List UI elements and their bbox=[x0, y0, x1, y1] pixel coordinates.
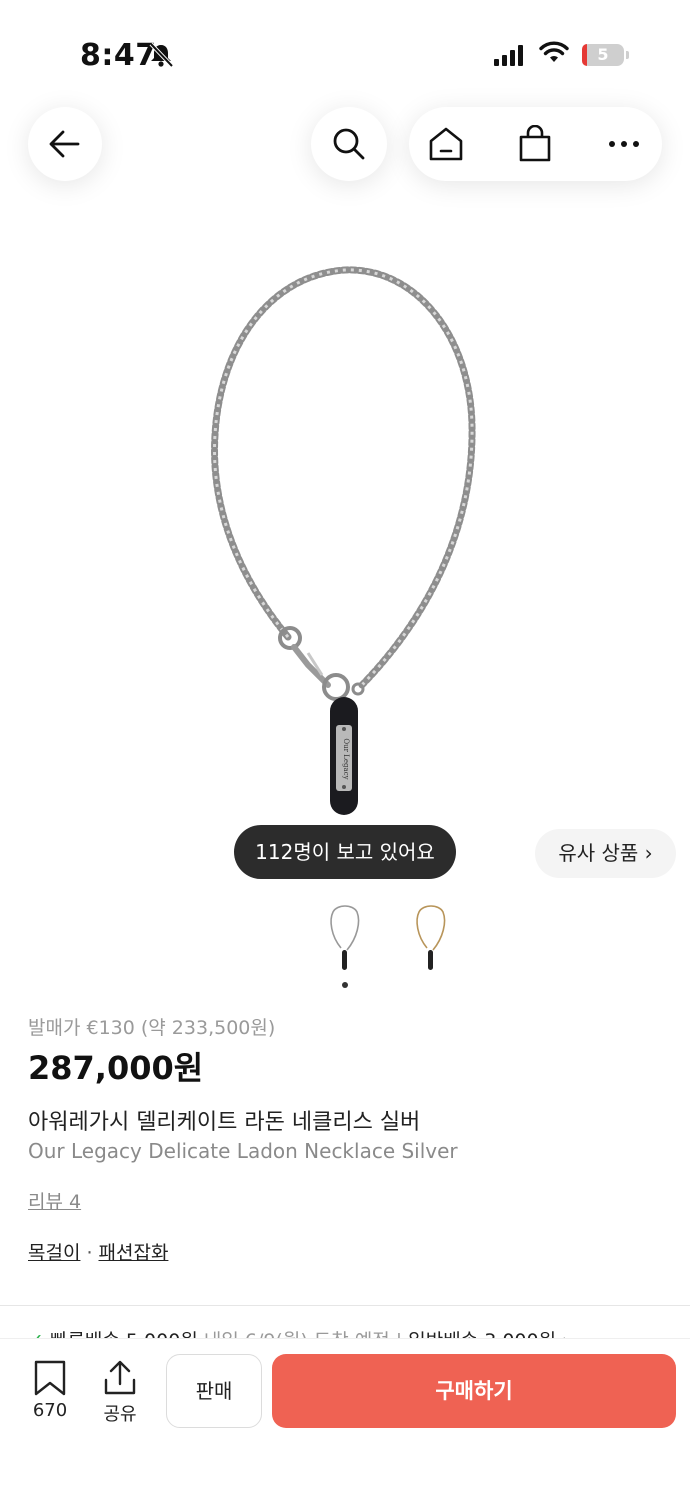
cellular-signal-icon bbox=[494, 45, 523, 66]
share-button[interactable]: 공유 bbox=[92, 1360, 148, 1426]
pendant-engraving: Our Legacy bbox=[342, 738, 350, 779]
category-link-fashion-accessories[interactable]: 패션잡화 bbox=[99, 1242, 169, 1264]
save-button[interactable]: 670 bbox=[22, 1360, 78, 1426]
battery-level: 5 bbox=[597, 45, 609, 64]
back-button[interactable] bbox=[28, 107, 102, 181]
sell-button[interactable]: 판매 bbox=[166, 1354, 262, 1428]
battery-tip bbox=[626, 51, 629, 59]
shopping-bag-icon bbox=[519, 125, 551, 162]
more-button[interactable] bbox=[604, 124, 644, 164]
nav-action-group bbox=[409, 107, 662, 181]
review-link[interactable]: 리뷰 4 bbox=[28, 1187, 81, 1214]
share-label: 공유 bbox=[103, 1404, 137, 1425]
thumbnail-gold[interactable] bbox=[411, 898, 451, 978]
product-price: 287,000원 bbox=[28, 1049, 204, 1087]
bookmark-icon bbox=[34, 1360, 66, 1396]
status-bar: 8:47 5 bbox=[0, 0, 690, 100]
release-price: 발매가 €130 (약 233,500원) bbox=[28, 1017, 276, 1039]
home-button[interactable] bbox=[426, 124, 466, 164]
wifi-icon bbox=[539, 41, 569, 62]
category-link-necklace[interactable]: 목걸이 bbox=[28, 1242, 80, 1264]
bell-off-icon bbox=[149, 42, 174, 68]
gallery-pagination-dot bbox=[342, 982, 348, 988]
product-name-english: Our Legacy Delicate Ladon Necklace Silve… bbox=[28, 1139, 458, 1163]
category-separator: · bbox=[86, 1242, 93, 1264]
save-count: 670 bbox=[32, 1400, 68, 1421]
search-button[interactable] bbox=[311, 107, 387, 181]
share-icon bbox=[104, 1360, 136, 1395]
arrow-left-icon bbox=[49, 130, 80, 158]
thumbnail-silver[interactable] bbox=[325, 898, 365, 978]
search-icon bbox=[333, 128, 365, 160]
similar-products-button[interactable]: 유사 상품 › bbox=[535, 829, 676, 878]
more-horizontal-icon bbox=[609, 141, 639, 147]
product-name-korean: 아워레가시 델리케이트 라돈 네클리스 실버 bbox=[28, 1110, 421, 1135]
battery-indicator: 5 bbox=[582, 44, 624, 66]
status-time: 8:47 bbox=[80, 38, 157, 73]
section-divider bbox=[0, 1305, 690, 1306]
home-icon bbox=[429, 127, 463, 161]
cart-button[interactable] bbox=[515, 124, 555, 164]
viewers-badge: 112명이 보고 있어요 bbox=[234, 825, 456, 879]
product-image[interactable]: Our Legacy bbox=[190, 255, 500, 830]
category-breadcrumb: 목걸이 · 패션잡화 bbox=[28, 1238, 168, 1265]
buy-button[interactable]: 구매하기 bbox=[272, 1354, 676, 1428]
